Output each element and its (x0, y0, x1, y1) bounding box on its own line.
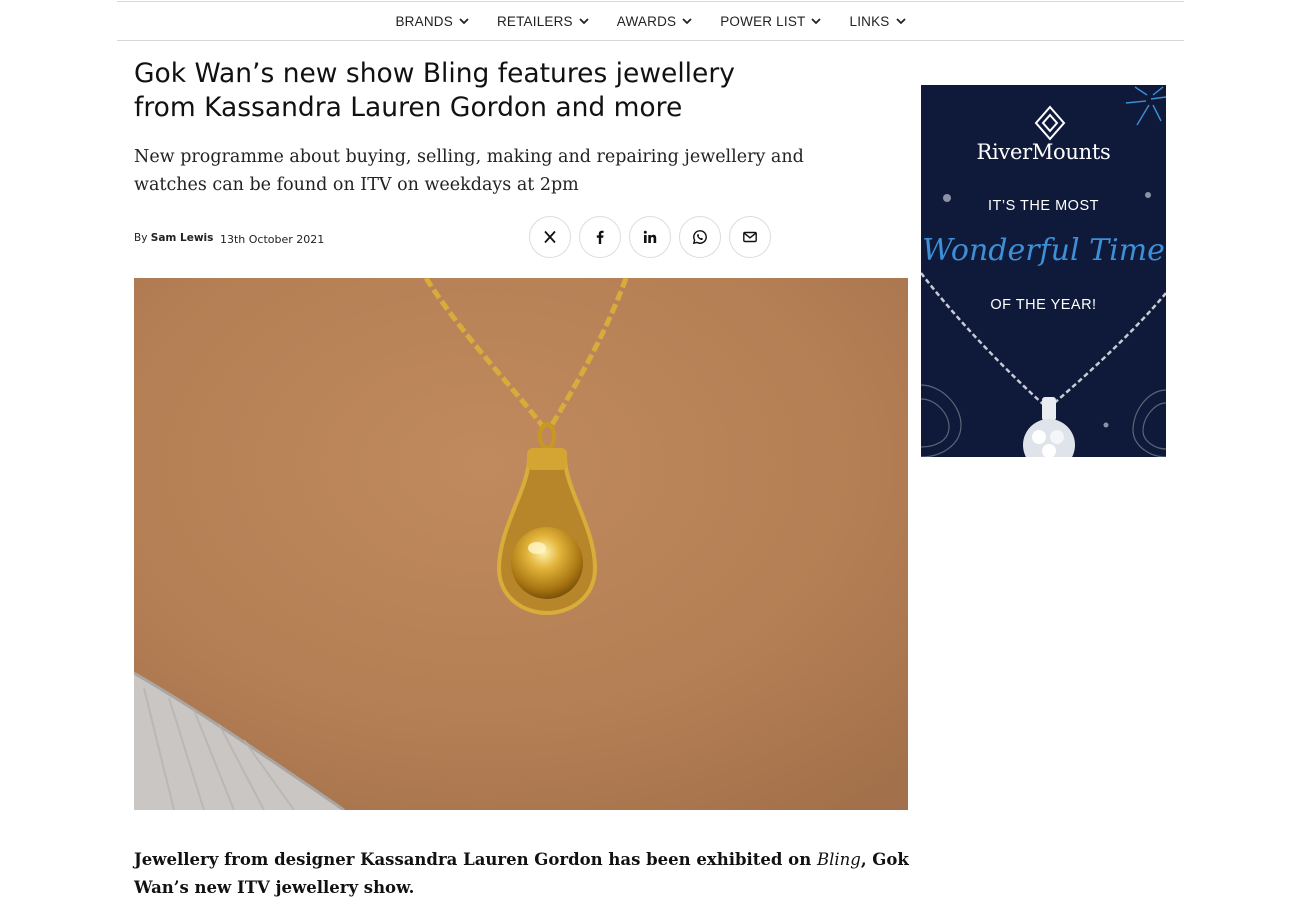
chevron-down-icon (895, 17, 906, 24)
rivermounts-logo-icon (1034, 105, 1066, 141)
share-buttons (529, 216, 771, 258)
share-facebook-button[interactable] (579, 216, 621, 258)
share-whatsapp-button[interactable] (679, 216, 721, 258)
advert-line-1: IT’S THE MOST (988, 198, 1099, 214)
necklace-photo (134, 278, 908, 810)
nav-item-label: LINKS (849, 13, 890, 29)
share-x-button[interactable] (529, 216, 571, 258)
author-link[interactable]: Sam Lewis (151, 232, 214, 244)
advert-script-line: Wonderful Time (922, 233, 1165, 268)
nav-item-label: POWER LIST (720, 13, 806, 29)
facebook-icon (596, 230, 604, 244)
nav-item-label: BRANDS (395, 13, 453, 29)
advert-line-3: OF THE YEAR! (990, 297, 1097, 313)
nav-item-awards[interactable]: AWARDS (603, 14, 706, 29)
hero-image (134, 278, 908, 810)
share-email-button[interactable] (729, 216, 771, 258)
article-body-paragraph: Jewellery from designer Kassandra Lauren… (134, 846, 924, 901)
linkedin-icon (643, 230, 657, 243)
byline: By Sam Lewis (134, 232, 213, 244)
body-text-before: Jewellery from designer Kassandra Lauren… (134, 850, 817, 869)
chevron-down-icon (682, 17, 692, 24)
chevron-down-icon (811, 17, 822, 24)
byline-prefix: By (134, 232, 148, 244)
advert-brand: RiverMounts (976, 140, 1111, 164)
nav-item-power-list[interactable]: POWER LIST (706, 14, 835, 29)
nav-item-label: AWARDS (616, 13, 677, 29)
article-headline: Gok Wan’s new show Bling features jewell… (134, 58, 735, 123)
nav-item-label: RETAILERS (496, 13, 573, 29)
article-standfirst: New programme about buying, selling, mak… (134, 147, 804, 195)
nav-item-brands[interactable]: BRANDS (381, 14, 482, 29)
x-icon (544, 230, 556, 244)
chevron-down-icon (459, 17, 469, 24)
top-navigation: BRANDS RETAILERS AWARDS POWER LIST LINKS (117, 1, 1184, 41)
nav-item-retailers[interactable]: RETAILERS (483, 14, 603, 29)
sidebar-advert[interactable]: RiverMounts IT’S THE MOST Wonderful Time… (921, 85, 1166, 457)
nav-item-links[interactable]: LINKS (835, 14, 919, 29)
publish-date: 13th October 2021 (220, 233, 325, 246)
chevron-down-icon (579, 17, 589, 24)
share-linkedin-button[interactable] (629, 216, 671, 258)
whatsapp-icon (692, 230, 707, 245)
email-icon (743, 231, 757, 243)
show-title: Bling (816, 850, 861, 869)
